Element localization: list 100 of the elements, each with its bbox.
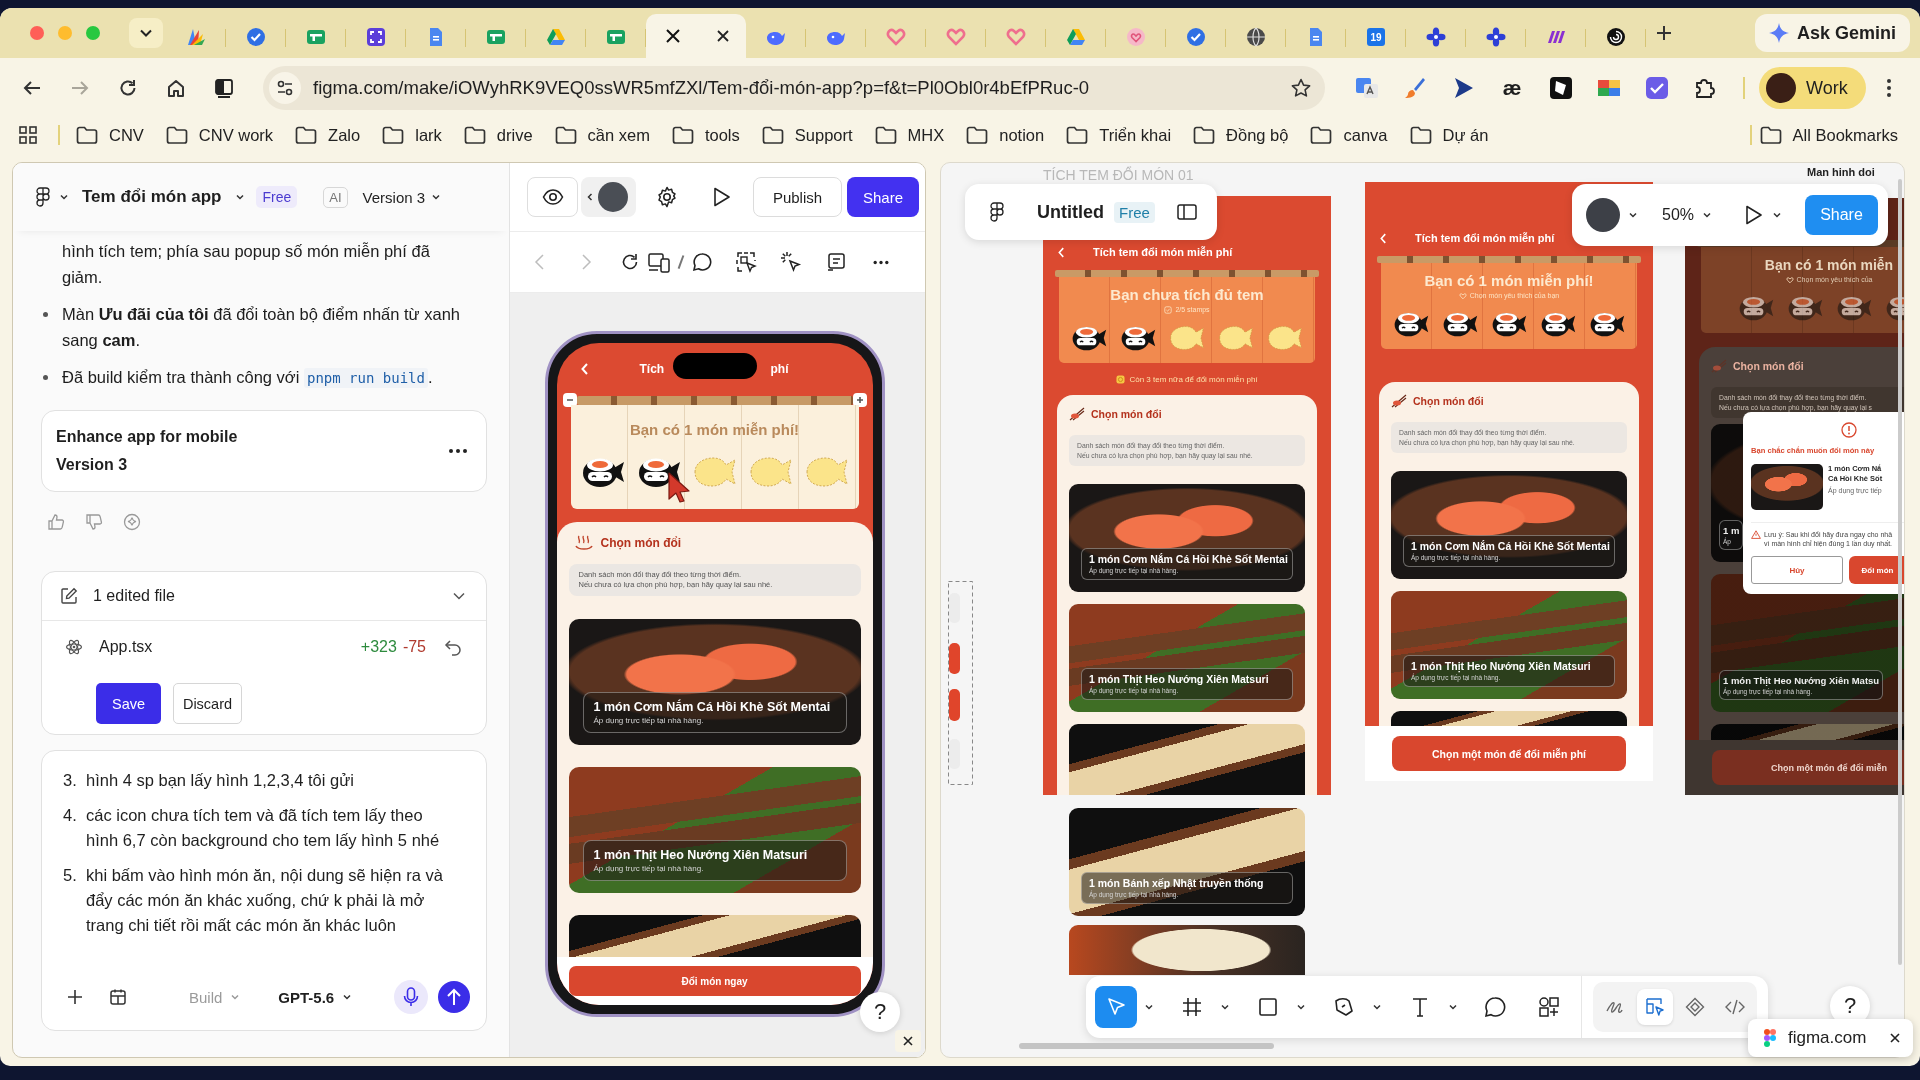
horizontal-scrollbar[interactable]: [1019, 1043, 1274, 1049]
more-vertical-icon[interactable]: [1885, 78, 1892, 98]
file-name[interactable]: Untitled: [1037, 201, 1104, 223]
undo-icon[interactable]: [444, 638, 462, 656]
more-icon[interactable]: [448, 448, 468, 454]
dish-photo-card[interactable]: 1 món Thịt Heo Nướng Xiên Matsuri Áp dụng trực tiếp tại nhà hàng.: [568, 767, 861, 893]
preview-button[interactable]: [527, 177, 578, 217]
redeem-button[interactable]: Chọn một món để đổi miễn: [1712, 750, 1904, 785]
notes-icon[interactable]: [825, 252, 846, 272]
checkbox-icon[interactable]: [1645, 76, 1669, 100]
file-name[interactable]: App.tsx: [99, 638, 361, 656]
share-button[interactable]: Share: [847, 177, 919, 217]
version-dropdown[interactable]: Version 3: [362, 188, 442, 206]
redeem-button[interactable]: Đổi món ngay: [568, 966, 861, 996]
bookmark-folder[interactable]: CNV work: [165, 125, 274, 145]
thumbs-up-icon[interactable]: [47, 513, 65, 531]
paintbrush-icon[interactable]: [1403, 76, 1427, 100]
tilted-square-icon[interactable]: [1549, 76, 1573, 100]
site-name: figma.com: [1788, 1028, 1867, 1048]
browser-tab[interactable]: [646, 14, 746, 58]
bookmark-folder[interactable]: notion: [966, 125, 1045, 145]
sidebar-toggle-icon[interactable]: [1177, 202, 1197, 222]
vertical-scrollbar[interactable]: [1898, 179, 1902, 965]
apps-grid-icon[interactable]: [18, 125, 38, 145]
code-brackets-icon: [1725, 997, 1745, 1017]
publish-button[interactable]: Publish: [753, 177, 842, 217]
ae-extension-button[interactable]: æ: [1499, 76, 1525, 100]
ask-gemini-button[interactable]: Ask Gemini: [1754, 14, 1910, 52]
confirm-button[interactable]: Đổi món: [1849, 556, 1904, 584]
profile-button[interactable]: Work: [1759, 67, 1866, 109]
bookmark-folder[interactable]: MHX: [874, 125, 945, 145]
collaborator-chip[interactable]: [581, 177, 636, 217]
project-title[interactable]: Tem đổi món app: [82, 187, 222, 207]
thumbs-down-icon[interactable]: [85, 513, 103, 531]
mode-button[interactable]: [1637, 989, 1673, 1025]
save-button[interactable]: Save: [96, 683, 161, 724]
dish-photo-card[interactable]: [1711, 724, 1904, 740]
devices-icon[interactable]: [648, 251, 670, 273]
plus-icon[interactable]: [66, 988, 84, 1006]
back-chevron-icon[interactable]: [580, 363, 589, 375]
dish-photo-card[interactable]: 1 món Cơm Nắm Cá Hồi Khè Sốt Mentai Áp dụng trực tiếp tại nhà hàng.: [568, 619, 861, 745]
chevron-down-icon[interactable]: [1220, 1002, 1230, 1012]
site-settings-button[interactable]: [269, 72, 301, 104]
bookmark-folder[interactable]: canva: [1310, 125, 1388, 145]
close-icon[interactable]: [715, 29, 730, 43]
translate-icon[interactable]: [1355, 76, 1379, 100]
figma-logo-icon[interactable]: [33, 187, 53, 207]
bookmark-folder[interactable]: Support: [761, 125, 853, 145]
close-icon[interactable]: [1889, 1032, 1901, 1044]
figma-logo-icon[interactable]: [987, 202, 1007, 222]
bookmark-folder[interactable]: tools: [671, 125, 740, 145]
tab-search-button[interactable]: [129, 18, 163, 48]
close-tab[interactable]: [895, 1030, 921, 1052]
dish-photo-card[interactable]: [1069, 925, 1305, 975]
dish-photo-card[interactable]: [568, 915, 861, 957]
chevron-down-icon: [342, 992, 353, 1002]
sparkle-circle-icon[interactable]: [123, 513, 141, 531]
bookmark-folder[interactable]: lark: [382, 125, 442, 145]
bookmark-folder[interactable]: Triển khai: [1066, 125, 1172, 145]
sparkle-pointer-icon[interactable]: [779, 251, 802, 273]
microphone-icon[interactable]: [394, 980, 428, 1014]
app-frame[interactable]: [1365, 182, 1653, 781]
puzzle-icon[interactable]: [1693, 76, 1717, 100]
select-frame-icon[interactable]: [734, 251, 757, 273]
chevron-down-icon[interactable]: [59, 192, 69, 202]
chevron-down-icon[interactable]: [1628, 210, 1638, 220]
chevron-down-icon[interactable]: [235, 192, 246, 202]
address-bar[interactable]: figma.com/make/iOWyhRK9VEQ0ssWR5mfZXl/Tem-đổi-món-app?p=f&t=Pl0Obl0r4bEfPRuc-0: [263, 66, 1325, 110]
settings-icon[interactable]: [656, 186, 678, 208]
redeem-button[interactable]: Chọn một món để đổi miễn phí: [1392, 736, 1626, 771]
chevron-down-icon[interactable]: [1448, 1002, 1458, 1012]
bookmark-star-icon[interactable]: [1291, 78, 1311, 98]
bookmark-folder[interactable]: Zalo: [295, 125, 361, 145]
frame-label[interactable]: Man hinh doi: [1807, 166, 1875, 178]
prompt-input[interactable]: [41, 750, 487, 1031]
chevron-down-icon[interactable]: [1296, 1002, 1306, 1012]
browser-tab[interactable]: 19: [1346, 16, 1406, 58]
chevron-down-icon[interactable]: [1144, 1002, 1154, 1012]
chevron-down-icon[interactable]: [1772, 210, 1783, 220]
more-icon[interactable]: [871, 259, 890, 265]
bookmark-folder[interactable]: drive: [463, 125, 533, 145]
cancel-button[interactable]: Hủy: [1751, 556, 1843, 584]
speech-bubble-icon[interactable]: [691, 252, 712, 272]
bookmark-folder[interactable]: Đồng bộ: [1193, 125, 1289, 145]
dish-photo-card[interactable]: [1391, 711, 1627, 726]
reload-icon[interactable]: [620, 252, 640, 272]
layout-icon[interactable]: [109, 988, 127, 1006]
discard-button[interactable]: Discard: [173, 683, 242, 724]
bookmark-folder[interactable]: cần xem: [554, 125, 650, 145]
model-dropdown[interactable]: GPT-5.6: [278, 988, 353, 1006]
chevron-down-icon[interactable]: [1372, 1002, 1382, 1012]
dish-photo-card[interactable]: [1069, 724, 1305, 795]
bookmark-folder[interactable]: All Bookmarks: [1759, 125, 1898, 145]
zoom-dropdown[interactable]: 50%: [1662, 206, 1713, 224]
bookmark-folder[interactable]: Dự án: [1409, 125, 1489, 145]
user-avatar[interactable]: [1586, 198, 1620, 232]
banner-title: Bạn có 1 món miễn phí!: [1424, 272, 1594, 290]
bookmark-folder[interactable]: CNV: [76, 125, 144, 145]
minus-icon[interactable]: [562, 393, 577, 407]
version-card[interactable]: Enhance app for mobile Version 3: [41, 410, 487, 492]
